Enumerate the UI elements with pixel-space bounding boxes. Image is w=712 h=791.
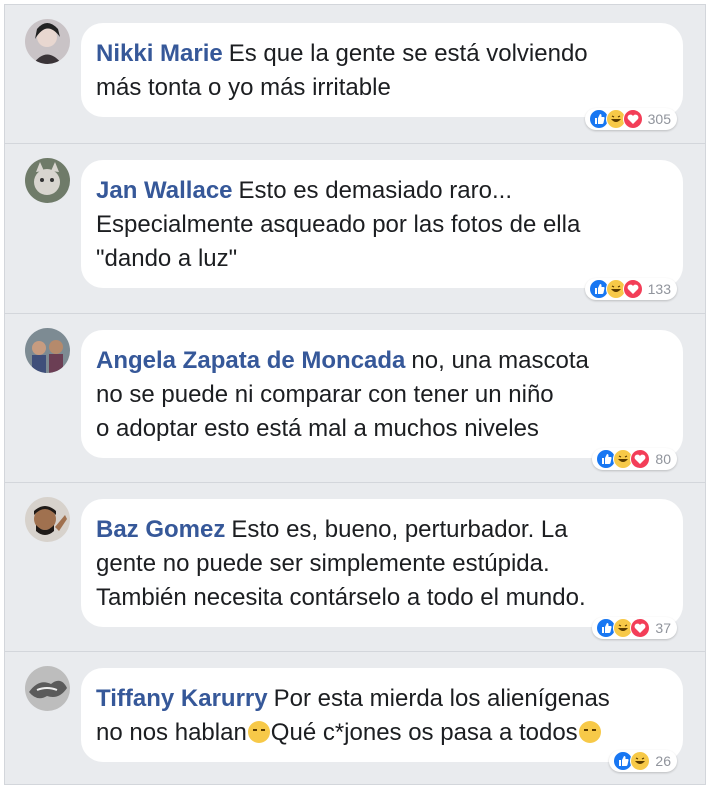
- reactions-summary[interactable]: 37: [592, 617, 677, 639]
- avatar[interactable]: [25, 19, 70, 64]
- comments-thread: Nikki Marie Es que la gente se está volvi…: [4, 4, 706, 785]
- reaction-count: 133: [647, 281, 671, 297]
- commenter-name[interactable]: Baz Gomez: [96, 516, 225, 543]
- reactions-summary[interactable]: 305: [584, 108, 677, 130]
- comment-bubble: Baz Gomez Esto es, bueno, perturbador. La…: [81, 499, 683, 627]
- reactions-summary[interactable]: 133: [584, 278, 677, 300]
- reactions-summary[interactable]: 26: [609, 750, 677, 772]
- commenter-name[interactable]: Nikki Marie: [96, 40, 223, 67]
- reactions-summary[interactable]: 80: [592, 448, 677, 470]
- comment-bubble: Tiffany Karurry Por esta mierda los alien…: [81, 668, 683, 762]
- love-reaction-icon: [622, 109, 643, 129]
- avatar[interactable]: [25, 158, 70, 203]
- commenter-name[interactable]: Angela Zapata de Moncada: [96, 347, 405, 374]
- comment-item: Angela Zapata de Moncada no, una mascota …: [5, 314, 705, 483]
- comment-bubble: Jan Wallace Esto es demasiado raro... Esp…: [81, 160, 683, 288]
- reaction-count: 37: [655, 620, 671, 636]
- comment-bubble: Nikki Marie Es que la gente se está volvi…: [81, 23, 683, 117]
- love-reaction-icon: [630, 618, 651, 638]
- comment-text: Qué c*jones os pasa a todos: [270, 719, 578, 746]
- comment-bubble: Angela Zapata de Moncada no, una mascota …: [81, 330, 683, 458]
- comment-item: Baz Gomez Esto es, bueno, perturbador. La…: [5, 483, 705, 652]
- avatar[interactable]: [25, 497, 70, 542]
- reaction-count: 26: [655, 753, 671, 769]
- comment-item: Tiffany Karurry Por esta mierda los alien…: [5, 652, 705, 784]
- reaction-count: 80: [655, 451, 671, 467]
- comment-item: Nikki Marie Es que la gente se está volvi…: [5, 5, 705, 144]
- unamused-face-icon: [578, 721, 601, 743]
- unamused-face-icon: [247, 721, 270, 743]
- reaction-count: 305: [647, 111, 671, 127]
- love-reaction-icon: [630, 449, 651, 469]
- comment-item: Jan Wallace Esto es demasiado raro... Esp…: [5, 144, 705, 314]
- avatar[interactable]: [25, 666, 70, 711]
- haha-reaction-icon: [630, 751, 651, 771]
- love-reaction-icon: [622, 279, 643, 299]
- commenter-name[interactable]: Jan Wallace: [96, 177, 233, 204]
- commenter-name[interactable]: Tiffany Karurry: [96, 685, 268, 712]
- avatar[interactable]: [25, 328, 70, 373]
